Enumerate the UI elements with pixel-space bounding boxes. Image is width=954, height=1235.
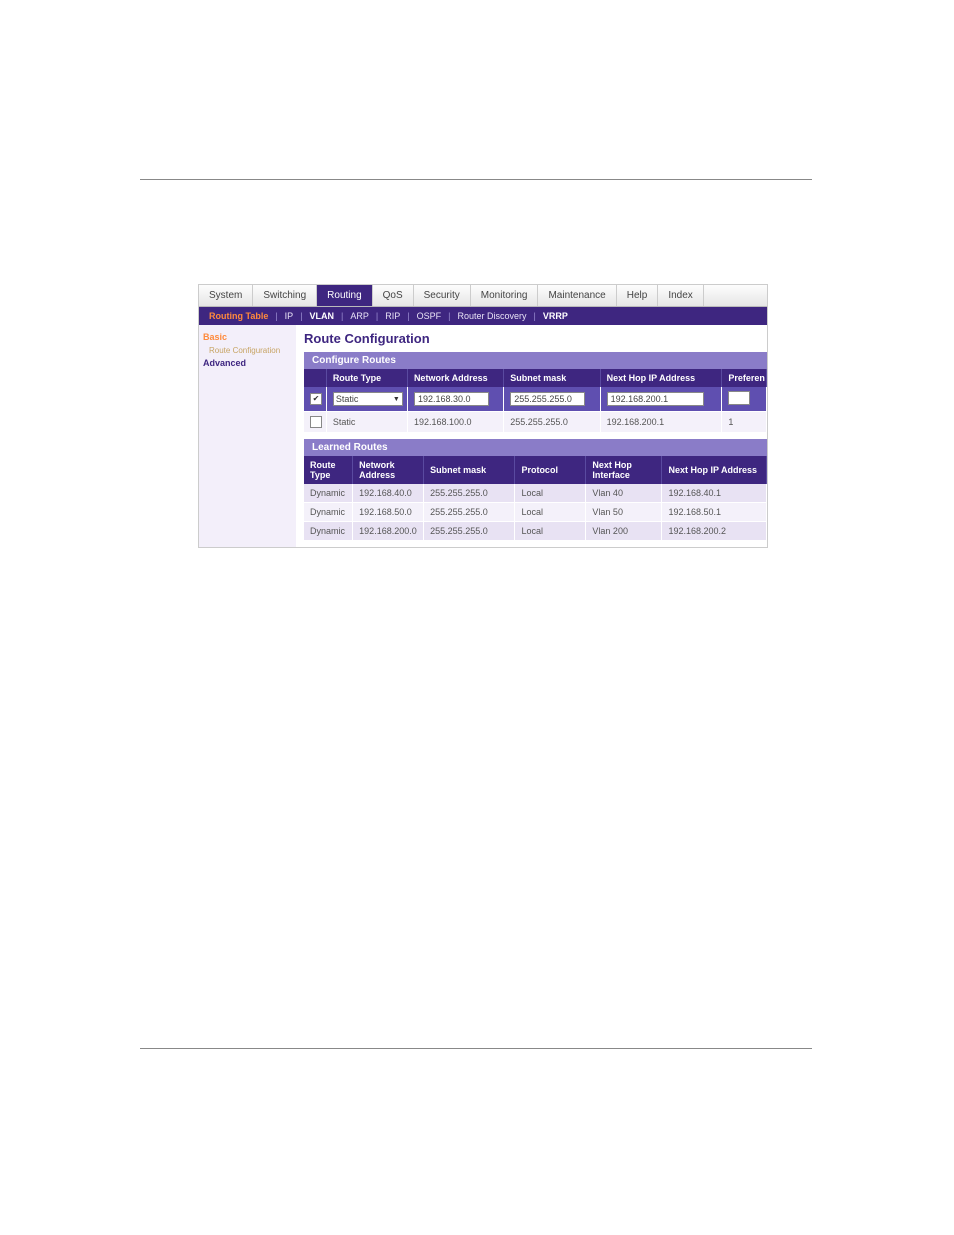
cell-mask: 255.255.255.0 [424,522,515,541]
table-row: Dynamic 192.168.200.0 255.255.255.0 Loca… [304,522,767,541]
main-panel: Route Configuration Configure Routes Rou… [296,325,767,547]
sidebar-item-advanced[interactable]: Advanced [203,357,292,371]
next-hop-input[interactable]: 192.168.200.1 [607,392,705,406]
subtab-ospf[interactable]: OSPF [411,309,448,323]
configure-routes-table: Route Type Network Address Subnet mask N… [304,369,767,433]
route-type-value: Static [336,394,359,404]
cell-nh: 192.168.40.1 [662,484,767,503]
divider-bottom [140,1048,812,1049]
sub-tabs: Routing Table | IP | VLAN | ARP | RIP | … [199,307,767,325]
subtab-arp[interactable]: ARP [344,309,375,323]
router-admin-window: System Switching Routing QoS Security Mo… [198,284,768,548]
cell-net: 192.168.200.0 [353,522,424,541]
col-protocol: Protocol [515,456,586,484]
cell-net: 192.168.50.0 [353,503,424,522]
cell-iface: Vlan 200 [586,522,662,541]
chevron-down-icon: ▼ [393,396,400,403]
body: Basic Route Configuration Advanced Route… [199,325,767,547]
configure-routes-header: Configure Routes [304,352,767,369]
tab-help[interactable]: Help [617,285,659,306]
preference-input[interactable] [728,391,750,405]
cell-type: Dynamic [304,522,353,541]
divider-top [140,179,812,180]
learned-routes-panel: Learned Routes Route Type Network Addres… [304,439,767,541]
main-tabs: System Switching Routing QoS Security Mo… [199,285,767,307]
tab-security[interactable]: Security [414,285,471,306]
col-network-address: Network Address [353,456,424,484]
cell-net: 192.168.40.0 [353,484,424,503]
sidebar-item-route-config[interactable]: Route Configuration [203,345,292,357]
cell-proto: Local [515,484,586,503]
subtab-vrrp[interactable]: VRRP [537,309,574,323]
network-address-input[interactable]: 192.168.30.0 [414,392,489,406]
tab-index[interactable]: Index [658,285,703,306]
row-checkbox[interactable] [310,416,322,428]
cell-proto: Local [515,503,586,522]
tab-qos[interactable]: QoS [373,285,414,306]
cell-nh: 192.168.50.1 [662,503,767,522]
cell-pref: 1 [722,412,767,433]
col-route-type: Route Type [304,456,353,484]
cell-iface: Vlan 40 [586,484,662,503]
col-next-hop-iface: Next Hop Interface [586,456,662,484]
sidebar: Basic Route Configuration Advanced [199,325,296,547]
subtab-rip[interactable]: RIP [379,309,406,323]
table-row: Dynamic 192.168.50.0 255.255.255.0 Local… [304,503,767,522]
edit-row-checkbox[interactable] [310,393,322,405]
sidebar-item-basic[interactable]: Basic [203,331,292,345]
tab-system[interactable]: System [199,285,253,306]
table-row: Static 192.168.100.0 255.255.255.0 192.1… [304,412,767,433]
col-preference: Preferen [722,369,767,387]
cell-mask: 255.255.255.0 [504,412,600,433]
cell-mask: 255.255.255.0 [424,503,515,522]
col-subnet-mask: Subnet mask [504,369,600,387]
table-row: Dynamic 192.168.40.0 255.255.255.0 Local… [304,484,767,503]
cell-route-type: Static [326,412,407,433]
cell-type: Dynamic [304,484,353,503]
cell-nh: 192.168.200.2 [662,522,767,541]
tab-switching[interactable]: Switching [253,285,317,306]
cell-next-hop: 192.168.200.1 [600,412,722,433]
cell-proto: Local [515,522,586,541]
subtab-router-discovery[interactable]: Router Discovery [451,309,532,323]
subtab-vlan[interactable]: VLAN [304,309,341,323]
page-title: Route Configuration [296,329,767,352]
cell-type: Dynamic [304,503,353,522]
route-type-select[interactable]: Static ▼ [333,392,403,406]
learned-routes-table: Route Type Network Address Subnet mask P… [304,456,767,541]
cell-mask: 255.255.255.0 [424,484,515,503]
cell-iface: Vlan 50 [586,503,662,522]
col-next-hop: Next Hop IP Address [600,369,722,387]
subtab-ip[interactable]: IP [279,309,300,323]
col-route-type: Route Type [326,369,407,387]
subnet-mask-input[interactable]: 255.255.255.0 [510,392,585,406]
tab-monitoring[interactable]: Monitoring [471,285,539,306]
learned-routes-header: Learned Routes [304,439,767,456]
col-network-address: Network Address [407,369,503,387]
subtab-routing-table[interactable]: Routing Table [203,309,274,323]
configure-routes-panel: Configure Routes Route Type Network Addr… [304,352,767,433]
col-subnet-mask: Subnet mask [424,456,515,484]
edit-row: Static ▼ 192.168.30.0 255.255.255.0 192.… [304,387,767,412]
col-select [304,369,326,387]
tab-maintenance[interactable]: Maintenance [538,285,616,306]
tab-routing[interactable]: Routing [317,285,372,306]
col-next-hop-ip: Next Hop IP Address [662,456,767,484]
cell-network: 192.168.100.0 [407,412,503,433]
